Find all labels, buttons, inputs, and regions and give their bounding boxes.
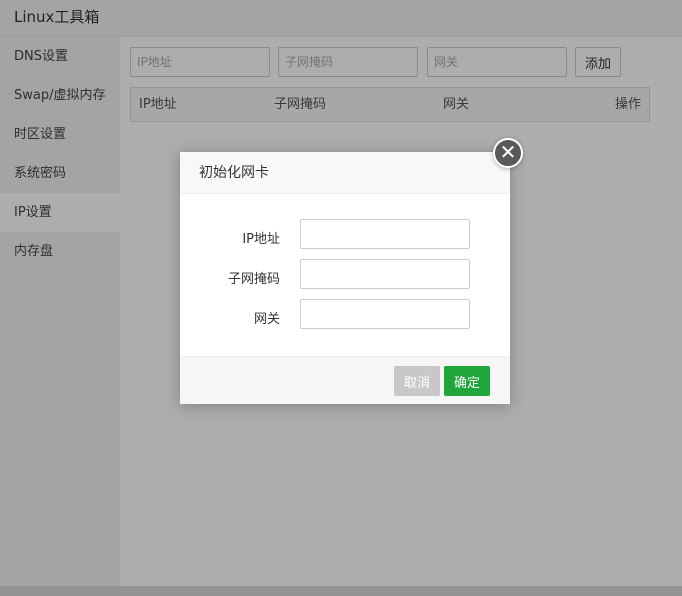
dialog-subnet-mask-input[interactable]	[300, 259, 470, 289]
dialog-title: 初始化网卡	[180, 152, 510, 194]
dialog-footer: 取消 确定	[180, 356, 510, 404]
close-icon[interactable]: ✕	[493, 138, 523, 168]
dialog-body: IP地址 子网掩码 网关	[180, 194, 510, 356]
dialog-gateway-input[interactable]	[300, 299, 470, 329]
confirm-button[interactable]: 确定	[444, 366, 490, 396]
dialog-ip-input[interactable]	[300, 219, 470, 249]
subnet-mask-label: 子网掩码	[227, 272, 280, 287]
ip-label: IP地址	[242, 232, 280, 247]
cancel-button[interactable]: 取消	[394, 366, 440, 396]
gateway-label: 网关	[253, 312, 280, 327]
init-nic-dialog: 初始化网卡 ✕ IP地址 子网掩码 网关 取消 确定	[180, 138, 523, 404]
